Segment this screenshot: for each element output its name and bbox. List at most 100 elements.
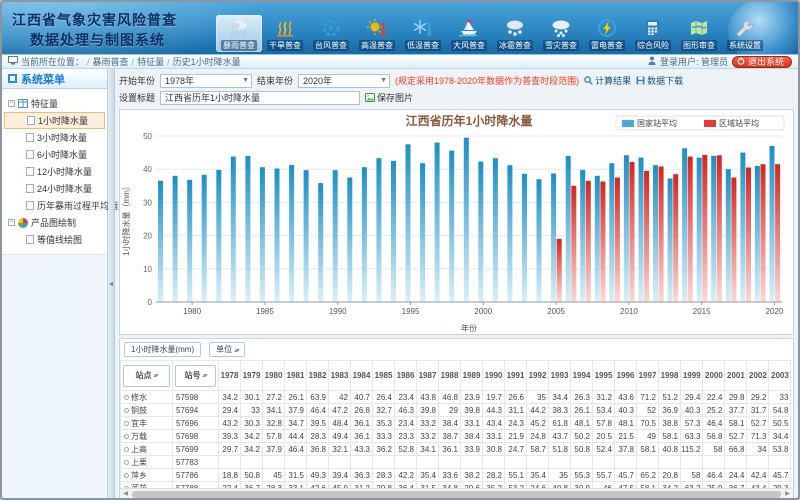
horizontal-scrollbar[interactable]: ◀ ▶ (120, 488, 793, 499)
table-row[interactable]: 铜鼓5769429.43334.137.946.447.226.832.746.… (121, 404, 794, 417)
radio-icon[interactable] (124, 447, 129, 452)
sidebar-collapse-handle[interactable]: ◄ (108, 69, 115, 500)
tree-expand-icon[interactable]: − (8, 219, 15, 226)
unit-filter-dropdown[interactable]: 单位 ▴▾ (209, 342, 245, 357)
toolbar-item-4[interactable]: 高温普查 (354, 15, 400, 52)
station-name-cell[interactable]: 萍乡 (121, 469, 173, 482)
station-name-cell[interactable]: 宜丰 (121, 417, 173, 430)
station-name-cell[interactable]: 铜鼓 (121, 404, 173, 417)
sidebar-group-1[interactable]: −特征量 (4, 95, 105, 112)
toolbar-item-8[interactable]: 雪灾普查 (538, 15, 584, 52)
toolbar-item-12[interactable]: 系统设置 (722, 15, 768, 52)
station-name-cell[interactable]: 万载 (121, 430, 173, 443)
column-header-year[interactable]: 1984 (351, 361, 373, 391)
toolbar-item-2[interactable]: 干旱普查 (262, 15, 308, 52)
tree-expand-icon[interactable]: − (8, 100, 15, 107)
toolbar-item-7[interactable]: 冰雹普查 (492, 15, 538, 52)
column-header-year[interactable]: 1997 (637, 361, 659, 391)
breadcrumb-item[interactable]: 特征量 (137, 57, 164, 67)
radio-icon[interactable] (124, 434, 129, 439)
table-row[interactable]: 上高5769929.734.237.946.436.832.143.336.25… (121, 443, 794, 456)
chart-title-input[interactable] (160, 91, 360, 105)
sidebar-item-6小时降水量[interactable]: 6小时降水量 (4, 146, 105, 163)
radio-icon[interactable] (124, 421, 129, 426)
start-year-select[interactable]: 1978年▼ (160, 74, 252, 88)
value-cell: 35.4 (527, 469, 549, 482)
sidebar-item-历年暴雨过程平均雨量[interactable]: 历年暴雨过程平均雨量 (4, 197, 105, 214)
sidebar-item-24小时降水量[interactable]: 24小时降水量 (4, 180, 105, 197)
column-header-year[interactable]: 1988 (439, 361, 461, 391)
sidebar-item-3小时降水量[interactable]: 3小时降水量 (4, 129, 105, 146)
column-header-year[interactable]: 1983 (329, 361, 351, 391)
toolbar-item-10[interactable]: 综合风险 (630, 15, 676, 52)
logout-button[interactable]: 退出系统 (732, 56, 792, 68)
column-header-year[interactable]: 1996 (615, 361, 637, 391)
radio-icon[interactable] (124, 473, 129, 478)
sort-icon: ▴▾ (234, 348, 238, 354)
toolbar-item-1[interactable]: 暴雨普查 (216, 15, 262, 52)
sidebar-item-等值线绘图[interactable]: 等值线绘图 (4, 231, 105, 248)
column-header-station[interactable]: 站点▴▾ (121, 361, 173, 391)
column-header-station-id[interactable]: 站号▴▾ (173, 361, 219, 391)
radio-icon[interactable] (124, 395, 129, 400)
column-header-year[interactable]: 1993 (549, 361, 571, 391)
table-row[interactable]: 萍乡5778618.850.84531.549.339.436.328.342.… (121, 469, 794, 482)
toolbar-item-label: 雷电普查 (589, 40, 625, 51)
column-header-year[interactable]: 1989 (461, 361, 483, 391)
toolbar-item-6[interactable]: 大风普查 (446, 15, 492, 52)
scroll-left-icon[interactable]: ◀ (120, 489, 131, 499)
calculate-button[interactable]: 计算结果 (584, 74, 631, 87)
column-header-year[interactable]: 1992 (527, 361, 549, 391)
station-name-cell[interactable]: 上高 (121, 443, 173, 456)
breadcrumb-item[interactable]: 暴雨普查 (93, 57, 129, 67)
table-row[interactable]: 宜丰5769643.230.332.834.739.548.436.135.32… (121, 417, 794, 430)
value-cell (681, 456, 703, 469)
column-header-year[interactable]: 1990 (483, 361, 505, 391)
user-icon (648, 56, 656, 67)
high-temp-icon (364, 17, 390, 39)
value-cell: 26.1 (571, 404, 593, 417)
sort-icon: ▴▾ (202, 372, 206, 379)
station-name-cell[interactable]: 修水 (121, 391, 173, 404)
value-cell: 36.1 (351, 417, 373, 430)
end-year-select[interactable]: 2020年▼ (298, 74, 390, 88)
sidebar-group-2[interactable]: −产品图绘制 (4, 214, 105, 231)
column-header-year[interactable]: 2004 (791, 361, 793, 391)
toolbar-item-11[interactable]: 图形审查 (676, 15, 722, 52)
column-header-year[interactable]: 1986 (395, 361, 417, 391)
column-header-year[interactable]: 2001 (725, 361, 747, 391)
save-image-button[interactable]: 保存图片 (365, 91, 413, 104)
sidebar-item-12小时降水量[interactable]: 12小时降水量 (4, 163, 105, 180)
station-name-cell[interactable]: 上栗 (121, 456, 173, 469)
column-header-year[interactable]: 1978 (219, 361, 241, 391)
column-header-year[interactable]: 2002 (747, 361, 769, 391)
column-header-year[interactable]: 1981 (285, 361, 307, 391)
scrollbar-thumb[interactable] (132, 491, 781, 498)
column-header-year[interactable]: 2003 (769, 361, 791, 391)
radio-icon[interactable] (124, 408, 129, 413)
column-header-year[interactable]: 1982 (307, 361, 329, 391)
column-header-year[interactable]: 1980 (263, 361, 285, 391)
column-header-year[interactable]: 1987 (417, 361, 439, 391)
column-header-year[interactable]: 1998 (659, 361, 681, 391)
toolbar-item-5[interactable]: 低温普查 (400, 15, 446, 52)
table-metric-button[interactable]: 1小时降水量(mm) (124, 342, 201, 357)
scroll-right-icon[interactable]: ▶ (782, 489, 793, 499)
download-button[interactable]: 数据下载 (636, 74, 683, 87)
radio-icon[interactable] (124, 460, 129, 465)
column-header-year[interactable]: 1985 (373, 361, 395, 391)
column-header-year[interactable]: 1999 (681, 361, 703, 391)
column-header-year[interactable]: 1991 (505, 361, 527, 391)
toolbar-item-3[interactable]: 台风普查 (308, 15, 354, 52)
table-row[interactable]: 修水5759834.230.127.226.163.94240.726.423.… (121, 391, 794, 404)
value-cell: 58.1 (725, 417, 747, 430)
table-row[interactable]: 上栗57783 (121, 456, 794, 469)
toolbar-item-9[interactable]: 雷电普查 (584, 15, 630, 52)
breadcrumb-item[interactable]: 历史1小时降水量 (173, 57, 241, 67)
table-row[interactable]: 万载5769839.334.257.844.428.349.436.133.32… (121, 430, 794, 443)
sidebar-item-1小时降水量[interactable]: 1小时降水量 (4, 112, 105, 129)
column-header-year[interactable]: 1995 (593, 361, 615, 391)
column-header-year[interactable]: 1979 (241, 361, 263, 391)
column-header-year[interactable]: 2000 (703, 361, 725, 391)
column-header-year[interactable]: 1994 (571, 361, 593, 391)
